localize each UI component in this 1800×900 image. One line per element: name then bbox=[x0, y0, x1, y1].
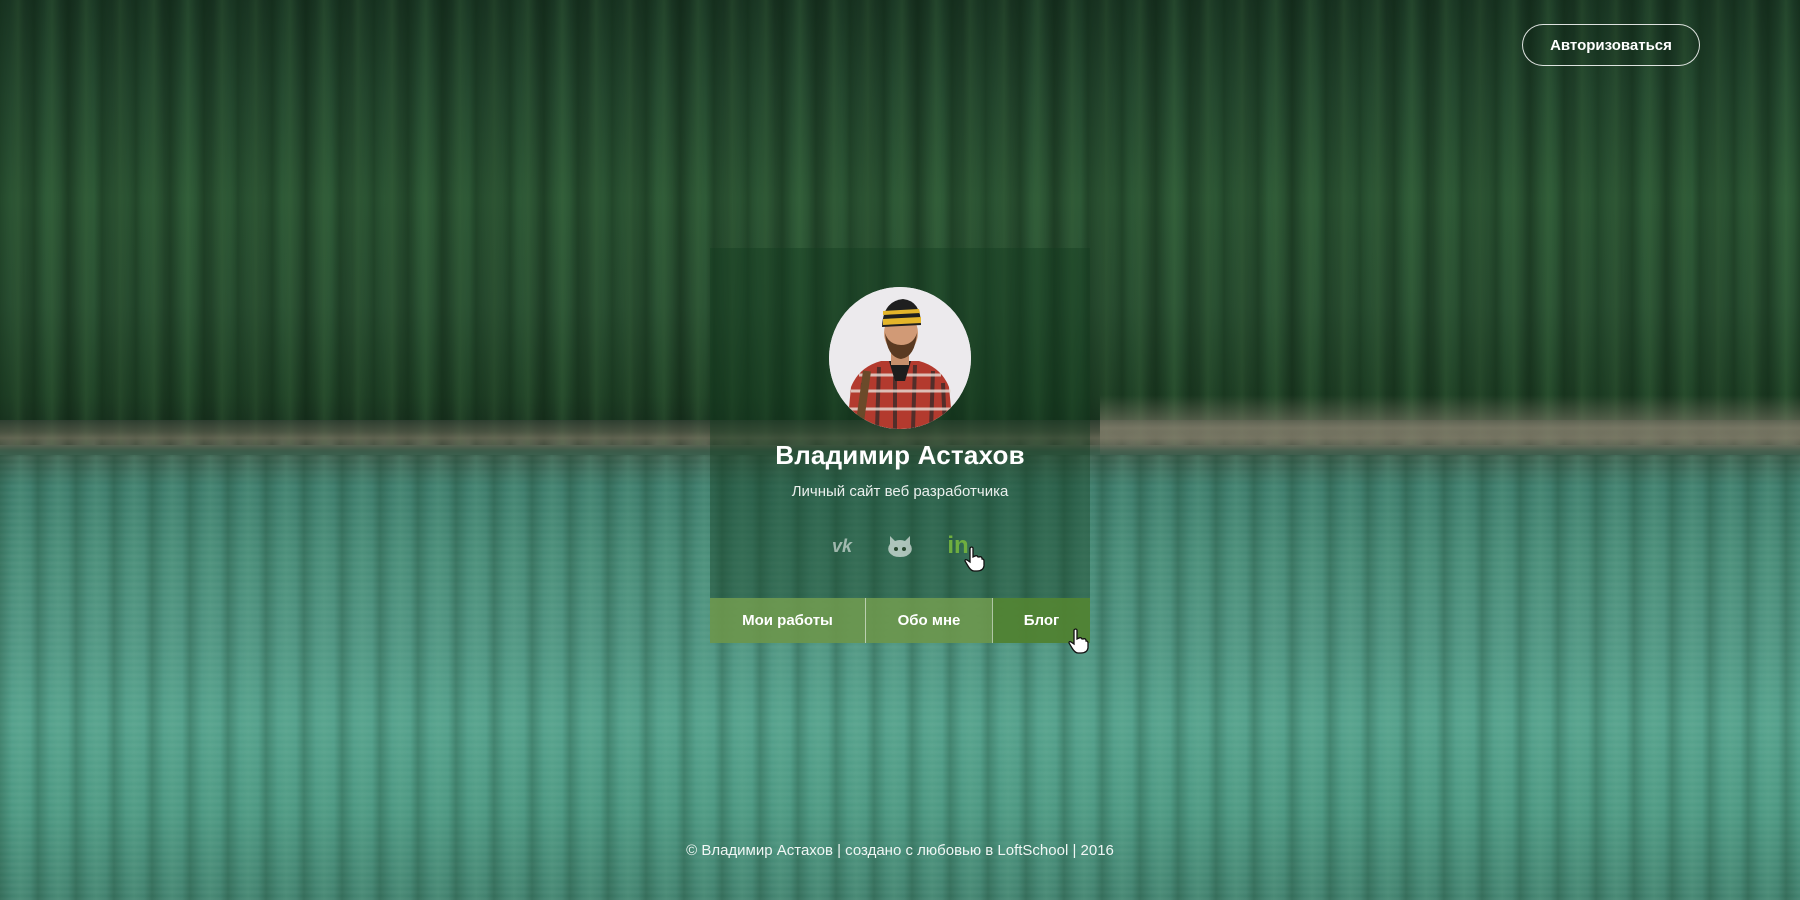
github-icon[interactable] bbox=[884, 532, 916, 560]
social-links: vk in bbox=[710, 532, 1090, 560]
auth-button[interactable]: Авторизоваться bbox=[1522, 24, 1700, 66]
vk-icon[interactable]: vk bbox=[826, 532, 858, 560]
avatar-photo-icon bbox=[829, 287, 971, 429]
avatar bbox=[829, 287, 971, 429]
profile-subtitle: Личный сайт веб разработчика bbox=[791, 483, 1009, 500]
profile-card: Владимир Астахов Личный сайт веб разрабо… bbox=[710, 248, 1090, 654]
main-nav: Мои работы Обо мне Блог bbox=[710, 598, 1090, 643]
footer-copyright: © Владимир Астахов | создано с любовью в… bbox=[686, 842, 1114, 859]
profile-name: Владимир Астахов bbox=[775, 440, 1025, 470]
linkedin-icon[interactable]: in bbox=[942, 532, 974, 560]
nav-about-button[interactable]: Обо мне bbox=[865, 598, 992, 643]
nav-works-button[interactable]: Мои работы bbox=[710, 598, 865, 643]
rocky-shore bbox=[1100, 395, 1800, 455]
nav-blog-button[interactable]: Блог bbox=[992, 598, 1090, 643]
